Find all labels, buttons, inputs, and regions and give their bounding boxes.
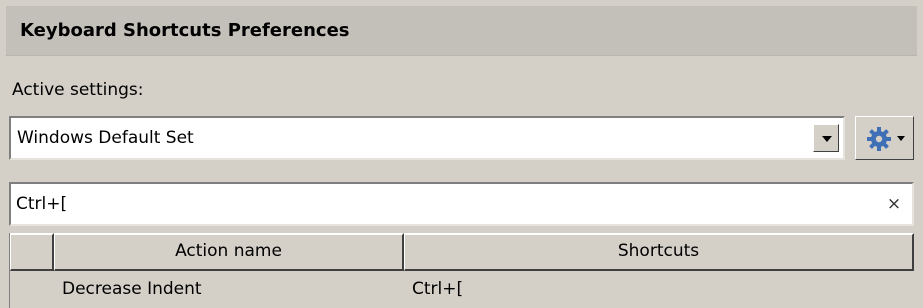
column-header-action-name[interactable]: Action name bbox=[54, 233, 404, 271]
dropdown-button[interactable] bbox=[813, 124, 839, 152]
caret-down-icon bbox=[897, 136, 905, 141]
action-name-cell: Decrease Indent bbox=[62, 279, 202, 299]
active-settings-value: Windows Default Set bbox=[17, 128, 194, 148]
table-row[interactable]: Decrease Indent Ctrl+[ bbox=[10, 271, 914, 308]
column-header-shortcuts[interactable]: Shortcuts bbox=[404, 233, 914, 271]
close-icon[interactable]: × bbox=[884, 193, 904, 215]
shortcut-filter-value: Ctrl+[ bbox=[16, 194, 68, 214]
shortcuts-table: Action name Shortcuts Decrease Indent Ct… bbox=[9, 233, 914, 308]
shortcut-filter-input[interactable]: Ctrl+[ × bbox=[9, 182, 914, 226]
gear-icon bbox=[867, 127, 891, 151]
chevron-down-icon bbox=[822, 136, 832, 142]
shortcut-cell: Ctrl+[ bbox=[412, 279, 464, 299]
active-settings-label: Active settings: bbox=[12, 80, 144, 100]
settings-menu-button[interactable] bbox=[855, 116, 914, 160]
table-header: Action name Shortcuts bbox=[10, 233, 914, 271]
table-header-corner bbox=[10, 233, 54, 271]
panel-title: Keyboard Shortcuts Preferences bbox=[20, 20, 350, 41]
panel-title-bar: Keyboard Shortcuts Preferences bbox=[6, 6, 917, 56]
active-settings-select[interactable]: Windows Default Set bbox=[9, 116, 845, 160]
